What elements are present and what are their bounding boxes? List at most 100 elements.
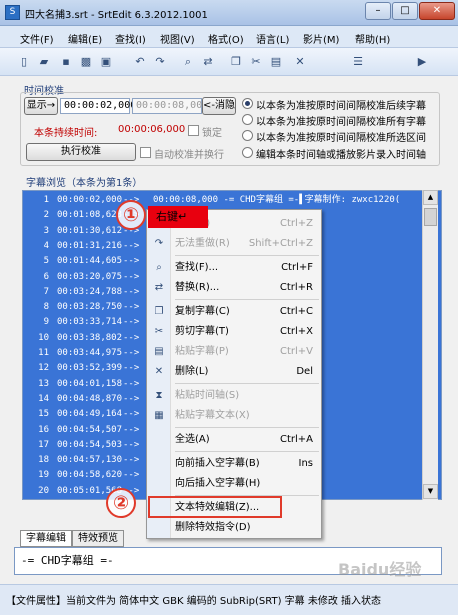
row-start-time: 00:01:31,216: [57, 240, 123, 251]
context-menu-item[interactable]: 向后插入空字幕(H): [175, 474, 319, 494]
close-button[interactable]: ✕: [419, 2, 455, 20]
undo-icon[interactable]: ↶: [132, 54, 148, 70]
context-menu-item[interactable]: 查找(F)... Ctrl+F: [175, 258, 319, 278]
menu-item-label: 替换(R)...: [175, 282, 220, 293]
window-title: 四大名捕3.srt - SrtEdit 6.3.2012.1001: [25, 10, 208, 21]
radio-option-4[interactable]: [242, 147, 253, 158]
context-menu-item[interactable]: 替换(R)... Ctrl+R: [175, 278, 319, 298]
menu-view[interactable]: 视图(V): [160, 31, 195, 46]
replace-icon[interactable]: ⇄: [200, 54, 216, 70]
menu-item-label: 粘贴字幕(P): [175, 346, 229, 357]
new-file-icon[interactable]: ▯: [16, 54, 32, 70]
context-menu-item[interactable]: 粘贴字幕(P) Ctrl+V: [175, 342, 319, 362]
menu-item-shortcut: Ctrl+V: [279, 346, 313, 357]
menu-item-shortcut: Ctrl+F: [281, 262, 313, 273]
status-bar: 【文件属性】当前文件为 简体中文 GBK 编码的 SubRip(SRT) 字幕 …: [0, 584, 458, 615]
row-arrow: -->: [123, 439, 140, 450]
context-menu-item[interactable]: 删除特效指令(D): [175, 518, 319, 538]
save-all-icon[interactable]: ▩: [78, 54, 94, 70]
delete-icon: ✕: [154, 366, 164, 377]
menu-movie[interactable]: 影片(M): [303, 31, 339, 46]
row-number: 15: [38, 409, 49, 420]
paste-text-icon: ▦: [154, 410, 164, 421]
show-button[interactable]: 显示→: [24, 97, 58, 115]
row-number: 13: [38, 378, 49, 389]
play-icon[interactable]: ▶: [414, 54, 430, 70]
tab-subtitle-edit[interactable]: 字幕编辑: [20, 530, 72, 547]
find-icon[interactable]: ⌕: [180, 54, 196, 70]
scroll-thumb[interactable]: [424, 208, 437, 226]
menu-item-shortcut: Ctrl+A: [279, 434, 313, 445]
menu-item-label: 删除特效指令(D): [175, 522, 251, 533]
menu-edit[interactable]: 编辑(E): [68, 31, 102, 46]
redo-icon[interactable]: ↷: [152, 54, 168, 70]
radio-option-2[interactable]: [242, 114, 253, 125]
paste-icon[interactable]: ▤: [268, 54, 284, 70]
clear-button[interactable]: <-消隐: [202, 97, 236, 115]
cut-icon[interactable]: ✂: [248, 54, 264, 70]
menu-item-label: 粘贴时间轴(S): [175, 390, 240, 401]
radio-option-3[interactable]: [242, 130, 253, 141]
status-text: 【文件属性】当前文件为 简体中文 GBK 编码的 SubRip(SRT) 字幕 …: [6, 596, 382, 607]
menu-file[interactable]: 文件(F): [20, 31, 54, 46]
delete-icon[interactable]: ✕: [292, 54, 308, 70]
auto-calibrate-checkbox[interactable]: [140, 147, 151, 158]
menu-item-shortcut: Del: [296, 366, 313, 377]
menu-format[interactable]: 格式(O): [208, 31, 244, 46]
lock-checkbox[interactable]: [188, 125, 199, 136]
row-number: 19: [38, 470, 49, 481]
row-start-time: 00:04:49,164: [57, 409, 123, 420]
copy-icon[interactable]: ❐: [228, 54, 244, 70]
scroll-down-icon[interactable]: ▼: [423, 484, 438, 499]
context-menu-item[interactable]: 粘贴字幕文本(X): [175, 406, 319, 426]
row-number: 6: [43, 271, 49, 282]
highlight-box: [148, 496, 282, 518]
row-number: 9: [43, 317, 49, 328]
context-menu-item[interactable]: 剪切字幕(T) Ctrl+X: [175, 322, 319, 342]
menu-item-shortcut: Ctrl+Z: [279, 218, 313, 229]
menu-separator: [175, 383, 319, 384]
end-time-field[interactable]: 00:00:08,000: [132, 98, 208, 114]
start-time-field[interactable]: 00:00:02,000: [60, 98, 136, 114]
context-menu-item[interactable]: 全选(A) Ctrl+A: [175, 430, 319, 450]
menu-find[interactable]: 查找(I): [115, 31, 146, 46]
context-menu-item[interactable]: 复制字幕(C) Ctrl+C: [175, 302, 319, 322]
tab-effect-preview[interactable]: 特效预览: [72, 530, 124, 547]
context-menu-item[interactable]: 向前插入空字幕(B) Ins: [175, 454, 319, 474]
row-start-time: 00:01:44,605: [57, 256, 123, 267]
menu-item-label: 复制字幕(C): [175, 306, 230, 317]
open-folder-icon[interactable]: ▰: [36, 54, 52, 70]
minimize-button[interactable]: –: [365, 2, 391, 20]
table-row[interactable]: 100:00:02,000-->00:00:08,000 -= CHD字幕组 =…: [23, 193, 427, 208]
row-arrow: -->: [123, 363, 140, 374]
close-file-icon[interactable]: ▣: [98, 54, 114, 70]
duration-value: 00:00:06,000: [118, 124, 186, 135]
menu-item-shortcut: Ctrl+X: [279, 326, 313, 337]
menu-item-label: 向后插入空字幕(H): [175, 478, 261, 489]
row-start-time: 00:03:20,075: [57, 271, 123, 282]
vertical-scrollbar[interactable]: ▲ ▼: [422, 190, 438, 500]
radio-option-1[interactable]: [242, 98, 253, 109]
maximize-button[interactable]: □: [392, 2, 418, 20]
row-number: 5: [43, 256, 49, 267]
menu-help[interactable]: 帮助(H): [355, 31, 390, 46]
context-menu-item[interactable]: 无法重做(R) Shift+Ctrl+Z: [175, 234, 319, 254]
context-menu-item[interactable]: 粘贴时间轴(S): [175, 386, 319, 406]
scroll-up-icon[interactable]: ▲: [423, 190, 438, 205]
menu-language[interactable]: 语言(L): [256, 31, 289, 46]
row-number: 1: [43, 195, 49, 205]
row-number: 16: [38, 424, 49, 435]
row-arrow: -->: [123, 286, 140, 297]
execute-calibration-button[interactable]: 执行校准: [26, 143, 136, 161]
row-start-time: 00:03:52,399: [57, 363, 123, 374]
row-number: 4: [43, 240, 49, 251]
app-icon: S: [5, 5, 20, 20]
save-icon[interactable]: ▪: [58, 54, 74, 70]
menu-item-label: 剪切字幕(T): [175, 326, 229, 337]
copy-icon: ❐: [154, 306, 164, 317]
list-view-icon[interactable]: ☰: [350, 54, 366, 70]
row-number: 10: [38, 332, 49, 343]
context-menu-item[interactable]: 删除(L) Del: [175, 362, 319, 382]
row-number: 2: [43, 210, 49, 221]
menu-item-shortcut: Ctrl+C: [279, 306, 313, 317]
